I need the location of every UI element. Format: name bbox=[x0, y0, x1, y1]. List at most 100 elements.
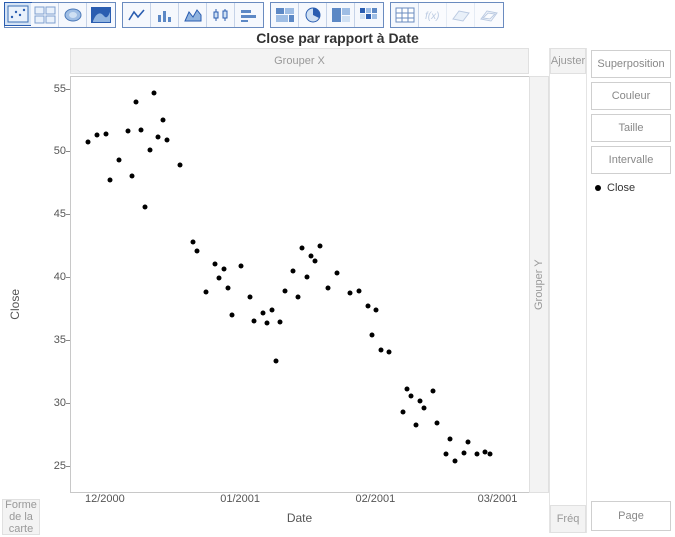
data-point[interactable] bbox=[278, 320, 283, 325]
data-point[interactable] bbox=[435, 420, 440, 425]
data-point[interactable] bbox=[369, 332, 374, 337]
data-point[interactable] bbox=[156, 135, 161, 140]
data-point[interactable] bbox=[191, 239, 196, 244]
data-point[interactable] bbox=[387, 350, 392, 355]
data-point[interactable] bbox=[274, 359, 279, 364]
data-point[interactable] bbox=[304, 274, 309, 279]
data-point[interactable] bbox=[265, 321, 270, 326]
data-point[interactable] bbox=[356, 288, 361, 293]
heatmap-icon[interactable] bbox=[355, 3, 383, 27]
boxplot-icon[interactable] bbox=[207, 3, 235, 27]
intervalle-button[interactable]: Intervalle bbox=[591, 146, 671, 174]
contour-3d-icon bbox=[475, 3, 503, 27]
table-icon[interactable] bbox=[391, 3, 419, 27]
x-axis-ticks: 12/200001/200102/200103/2001 bbox=[70, 493, 529, 509]
data-point[interactable] bbox=[252, 318, 257, 323]
data-point[interactable] bbox=[291, 268, 296, 273]
area-icon[interactable] bbox=[179, 3, 207, 27]
data-point[interactable] bbox=[204, 290, 209, 295]
data-point[interactable] bbox=[308, 253, 313, 258]
data-point[interactable] bbox=[378, 347, 383, 352]
data-point[interactable] bbox=[147, 147, 152, 152]
pie-icon[interactable] bbox=[299, 3, 327, 27]
scatter-icon[interactable] bbox=[4, 2, 32, 26]
line-icon[interactable] bbox=[123, 3, 151, 27]
data-point[interactable] bbox=[269, 307, 274, 312]
data-point[interactable] bbox=[164, 137, 169, 142]
data-point[interactable] bbox=[422, 405, 427, 410]
data-point[interactable] bbox=[195, 248, 200, 253]
data-point[interactable] bbox=[335, 271, 340, 276]
data-point[interactable] bbox=[487, 452, 492, 457]
data-point[interactable] bbox=[348, 291, 353, 296]
data-point[interactable] bbox=[108, 178, 113, 183]
dropzone-grouper-x[interactable]: Grouper X bbox=[70, 48, 529, 74]
data-point[interactable] bbox=[413, 423, 418, 428]
density-icon[interactable] bbox=[59, 3, 87, 27]
data-point[interactable] bbox=[444, 452, 449, 457]
toolbar: f(x) bbox=[0, 0, 675, 28]
data-point[interactable] bbox=[178, 163, 183, 168]
data-point[interactable] bbox=[317, 243, 322, 248]
scatter-plot-area[interactable] bbox=[70, 76, 529, 493]
data-point[interactable] bbox=[365, 303, 370, 308]
dropzone-grouper-y[interactable]: Grouper Y bbox=[529, 76, 549, 493]
data-point[interactable] bbox=[452, 458, 457, 463]
data-point[interactable] bbox=[409, 394, 414, 399]
x-axis-label: Date bbox=[70, 511, 529, 525]
data-point[interactable] bbox=[461, 451, 466, 456]
data-point[interactable] bbox=[138, 127, 143, 132]
bar-icon[interactable] bbox=[151, 3, 179, 27]
data-point[interactable] bbox=[417, 399, 422, 404]
data-point[interactable] bbox=[300, 246, 305, 251]
svg-text:f(x): f(x) bbox=[425, 11, 439, 22]
data-point[interactable] bbox=[226, 286, 231, 291]
data-point[interactable] bbox=[151, 91, 156, 96]
data-point[interactable] bbox=[374, 307, 379, 312]
data-point[interactable] bbox=[221, 267, 226, 272]
data-point[interactable] bbox=[230, 312, 235, 317]
data-point[interactable] bbox=[282, 288, 287, 293]
taille-button[interactable]: Taille bbox=[591, 114, 671, 142]
data-point[interactable] bbox=[134, 100, 139, 105]
data-point[interactable] bbox=[465, 439, 470, 444]
dropzone-freq[interactable]: Fréq bbox=[550, 505, 586, 533]
mosaic-icon[interactable] bbox=[271, 3, 299, 27]
toolbar-group-2 bbox=[122, 2, 264, 28]
data-point[interactable] bbox=[217, 276, 222, 281]
data-point[interactable] bbox=[160, 117, 165, 122]
superposition-button[interactable]: Superposition bbox=[591, 50, 671, 78]
legend-marker-icon bbox=[595, 185, 601, 191]
data-point[interactable] bbox=[130, 174, 135, 179]
page-button[interactable]: Page bbox=[591, 501, 671, 531]
bar-h-icon[interactable] bbox=[235, 3, 263, 27]
y-axis-ticks: 25303540455055 bbox=[30, 76, 70, 493]
data-point[interactable] bbox=[103, 131, 108, 136]
surface-3d-icon bbox=[447, 3, 475, 27]
data-point[interactable] bbox=[260, 311, 265, 316]
dropzone-ajuster[interactable]: Ajuster bbox=[550, 48, 586, 74]
data-point[interactable] bbox=[295, 295, 300, 300]
couleur-button[interactable]: Couleur bbox=[591, 82, 671, 110]
data-point[interactable] bbox=[326, 286, 331, 291]
data-point[interactable] bbox=[247, 295, 252, 300]
contour-filled-icon[interactable] bbox=[87, 3, 115, 27]
scatter-matrix-icon[interactable] bbox=[31, 3, 59, 27]
data-point[interactable] bbox=[313, 258, 318, 263]
data-point[interactable] bbox=[404, 386, 409, 391]
data-point[interactable] bbox=[474, 452, 479, 457]
treemap-icon[interactable] bbox=[327, 3, 355, 27]
data-point[interactable] bbox=[125, 129, 130, 134]
data-point[interactable] bbox=[116, 158, 121, 163]
data-point[interactable] bbox=[212, 262, 217, 267]
legend-item-label: Close bbox=[607, 182, 635, 194]
chart-title: Close par rapport à Date bbox=[0, 30, 675, 46]
data-point[interactable] bbox=[431, 389, 436, 394]
data-point[interactable] bbox=[448, 437, 453, 442]
data-point[interactable] bbox=[400, 409, 405, 414]
data-point[interactable] bbox=[95, 132, 100, 137]
data-point[interactable] bbox=[143, 204, 148, 209]
data-point[interactable] bbox=[239, 263, 244, 268]
data-point[interactable] bbox=[86, 140, 91, 145]
dropzone-forme-carte[interactable]: Forme de la carte bbox=[2, 499, 40, 535]
